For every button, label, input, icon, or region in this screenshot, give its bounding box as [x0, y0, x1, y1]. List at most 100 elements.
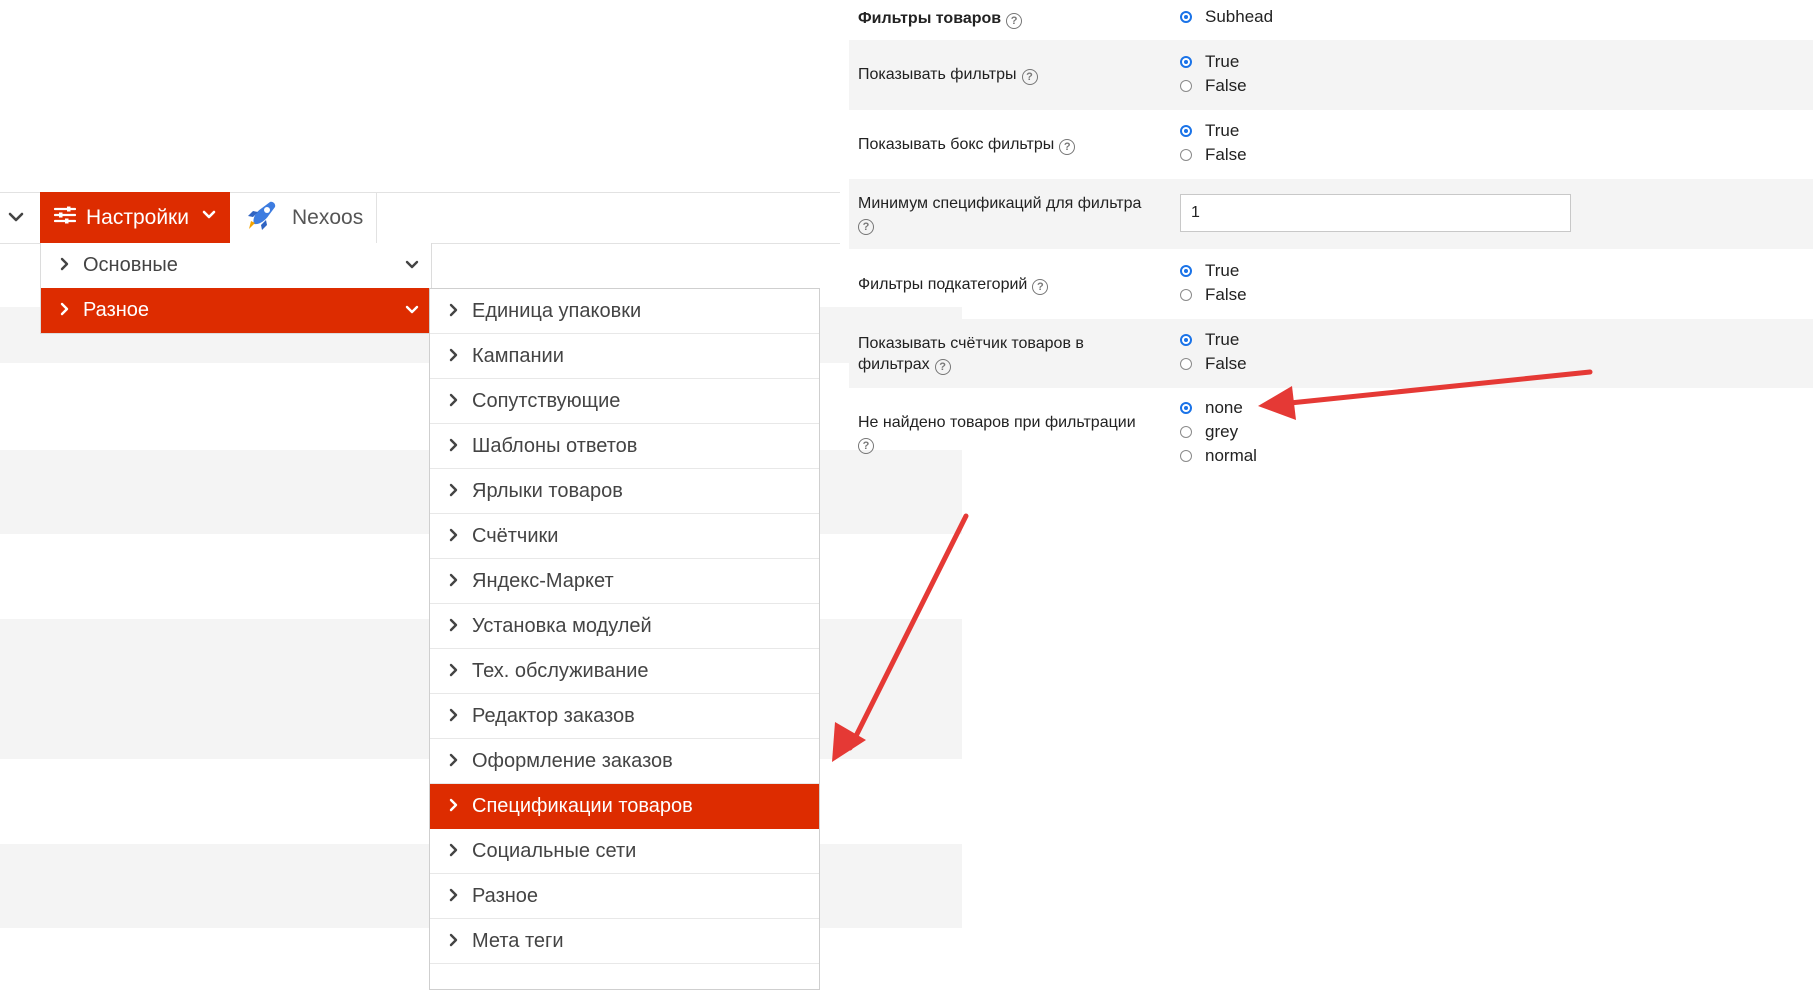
radio-button[interactable] [1180, 125, 1192, 137]
submenu-item[interactable]: Разное [430, 874, 819, 919]
nexoos-label: Nexoos [292, 205, 364, 229]
chevron-right-icon [448, 390, 460, 413]
submenu-item[interactable]: Мета теги [430, 919, 819, 964]
radio-option[interactable]: False [1180, 74, 1247, 98]
setting-label: Показывать фильтры? [858, 64, 1168, 85]
menu-item-label: Основные [83, 254, 178, 276]
radio-label: False [1205, 285, 1247, 304]
question-circle-icon[interactable]: ? [1032, 279, 1049, 295]
submenu-item-label: Шаблоны ответов [472, 434, 638, 457]
submenu-item[interactable]: Шаблоны ответов [430, 424, 819, 469]
settings-dropdown: Основные Разное [40, 243, 432, 334]
chevron-right-icon [59, 299, 71, 322]
radio-option[interactable]: False [1180, 352, 1247, 376]
radio-label: True [1205, 330, 1240, 349]
submenu-item-label: Разное [472, 884, 539, 907]
chevron-down-icon [201, 207, 217, 228]
submenu-item[interactable]: Тех. обслуживание [430, 649, 819, 694]
radio-label: True [1205, 52, 1240, 71]
chevron-right-icon [448, 840, 460, 863]
question-circle-icon[interactable]: ? [1021, 69, 1038, 85]
chevron-right-icon [448, 345, 460, 368]
radio-button[interactable] [1180, 402, 1192, 414]
radio-group: True False [1180, 328, 1247, 376]
radio-label: grey [1205, 422, 1239, 441]
setting-row-product-filters: Фильтры товаров? Subhead [849, 0, 1813, 40]
chevron-right-icon [448, 570, 460, 593]
submenu-item-label: Спецификации товаров [472, 794, 693, 817]
chevron-right-icon [448, 525, 460, 548]
question-circle-icon[interactable]: ? [934, 359, 951, 375]
submenu-item-label: Ярлыки товаров [472, 479, 623, 502]
radio-button[interactable] [1180, 265, 1192, 277]
radio-button[interactable] [1180, 426, 1192, 438]
radio-option[interactable]: True [1180, 50, 1247, 74]
submenu-item-label: Редактор заказов [472, 704, 635, 727]
menu-item-main[interactable]: Основные [41, 243, 431, 288]
settings-menu-button[interactable]: Настройки [40, 192, 230, 243]
radio-button[interactable] [1180, 334, 1192, 346]
radio-button[interactable] [1180, 289, 1192, 301]
menu-item-misc[interactable]: Разное [41, 288, 431, 333]
radio-option[interactable]: True [1180, 328, 1247, 352]
radio-option[interactable]: False [1180, 143, 1247, 167]
radio-button[interactable] [1180, 80, 1192, 92]
radio-group: Subhead [1180, 5, 1273, 29]
min-specs-input[interactable] [1180, 194, 1571, 232]
misc-submenu: Единица упаковки Кампании Сопутствующие … [429, 288, 820, 990]
question-circle-icon[interactable]: ? [1006, 13, 1023, 29]
radio-group: True False [1180, 259, 1247, 307]
setting-row-subcategory-filters: Фильтры подкатегорий? True False [849, 249, 1813, 319]
submenu-item[interactable]: Счётчики [430, 514, 819, 559]
radio-label: none [1205, 398, 1243, 417]
submenu-item-label: Сопутствующие [472, 389, 621, 412]
radio-option[interactable]: none [1180, 396, 1257, 420]
setting-label: Фильтры товаров? [858, 8, 1168, 29]
radio-button[interactable] [1180, 450, 1192, 462]
radio-option[interactable]: normal [1180, 444, 1257, 468]
rocket-icon [246, 198, 280, 237]
radio-option[interactable]: True [1180, 119, 1247, 143]
radio-button[interactable] [1180, 56, 1192, 68]
submenu-item[interactable]: Установка модулей [430, 604, 819, 649]
setting-label: Фильтры подкатегорий? [858, 274, 1168, 295]
chevron-down-icon [403, 301, 421, 325]
submenu-item-label: Кампании [472, 344, 564, 367]
radio-button[interactable] [1180, 11, 1192, 23]
nexoos-menu-button[interactable]: Nexoos [240, 192, 377, 243]
submenu-item[interactable]: Ярлыки товаров [430, 469, 819, 514]
setting-row-min-specs: Минимум спецификаций для фильтра? [849, 179, 1813, 249]
submenu-item-label: Единица упаковки [472, 299, 642, 322]
chevron-down-icon[interactable] [6, 207, 26, 227]
settings-menu-label: Настройки [86, 205, 189, 229]
text-field-wrap [1180, 194, 1571, 232]
radio-option[interactable]: grey [1180, 420, 1257, 444]
radio-option[interactable]: Subhead [1180, 5, 1273, 29]
submenu-item-label: Яндекс-Маркет [472, 569, 614, 592]
submenu-item[interactable]: Оформление заказов [430, 739, 819, 784]
chevron-right-icon [448, 705, 460, 728]
question-circle-icon[interactable]: ? [1059, 139, 1076, 155]
submenu-item[interactable]: Единица упаковки [430, 289, 819, 334]
question-circle-icon[interactable]: ? [858, 438, 874, 454]
submenu-item-label: Счётчики [472, 524, 559, 547]
radio-option[interactable]: True [1180, 259, 1247, 283]
setting-row-show-counter: Показывать счётчик товаров в фильтрах? Tr… [849, 319, 1813, 388]
submenu-item[interactable]: Яндекс-Маркет [430, 559, 819, 604]
setting-label: Минимум спецификаций для фильтра? [858, 195, 1142, 235]
submenu-item-label: Социальные сети [472, 839, 637, 862]
question-circle-icon[interactable]: ? [858, 219, 874, 235]
submenu-item[interactable]: Спецификации товаров [430, 784, 819, 829]
submenu-item[interactable]: Кампании [430, 334, 819, 379]
menu-item-label: Разное [83, 299, 150, 321]
submenu-item[interactable]: Сопутствующие [430, 379, 819, 424]
submenu-item[interactable]: Социальные сети [430, 829, 819, 874]
chevron-right-icon [448, 930, 460, 953]
submenu-item[interactable]: Редактор заказов [430, 694, 819, 739]
radio-group: none grey normal [1180, 396, 1257, 468]
chevron-right-icon [448, 660, 460, 683]
radio-button[interactable] [1180, 149, 1192, 161]
radio-button[interactable] [1180, 358, 1192, 370]
chevron-right-icon [448, 615, 460, 638]
radio-option[interactable]: False [1180, 283, 1247, 307]
